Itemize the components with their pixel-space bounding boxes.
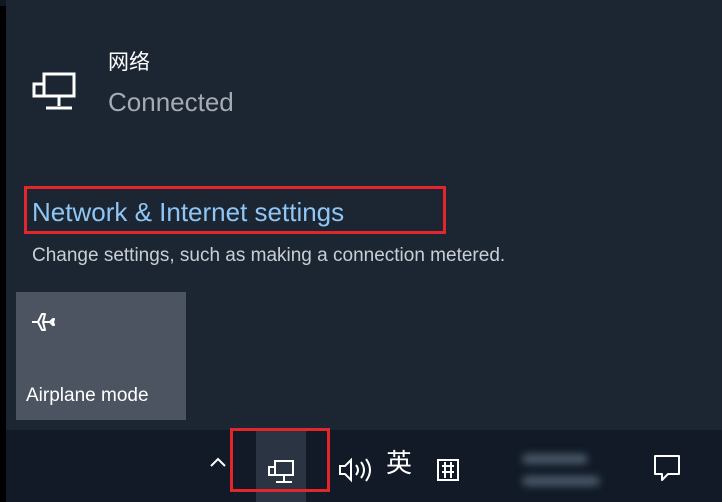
network-status: Connected bbox=[108, 87, 234, 117]
settings-description: Change settings, such as making a connec… bbox=[32, 245, 506, 266]
airplane-mode-label: Airplane mode bbox=[26, 385, 149, 406]
network-internet-settings-link[interactable]: Network & Internet settings bbox=[32, 196, 344, 228]
blurred-date bbox=[522, 476, 600, 486]
network-name: 网络 bbox=[108, 50, 150, 74]
ime-language-indicator[interactable]: 英 bbox=[386, 444, 412, 484]
pinyin-icon[interactable] bbox=[436, 458, 460, 482]
clock-area[interactable] bbox=[512, 440, 612, 496]
chevron-up-icon[interactable] bbox=[206, 450, 230, 474]
network-icon bbox=[32, 72, 76, 110]
action-center-icon[interactable] bbox=[650, 450, 684, 484]
taskbar: 英 bbox=[6, 430, 722, 502]
volume-icon[interactable] bbox=[336, 456, 376, 484]
blurred-time bbox=[522, 454, 588, 464]
airplane-mode-tile[interactable]: Airplane mode bbox=[16, 292, 186, 420]
network-tray-red-highlight bbox=[230, 428, 330, 492]
airplane-icon bbox=[32, 313, 55, 331]
